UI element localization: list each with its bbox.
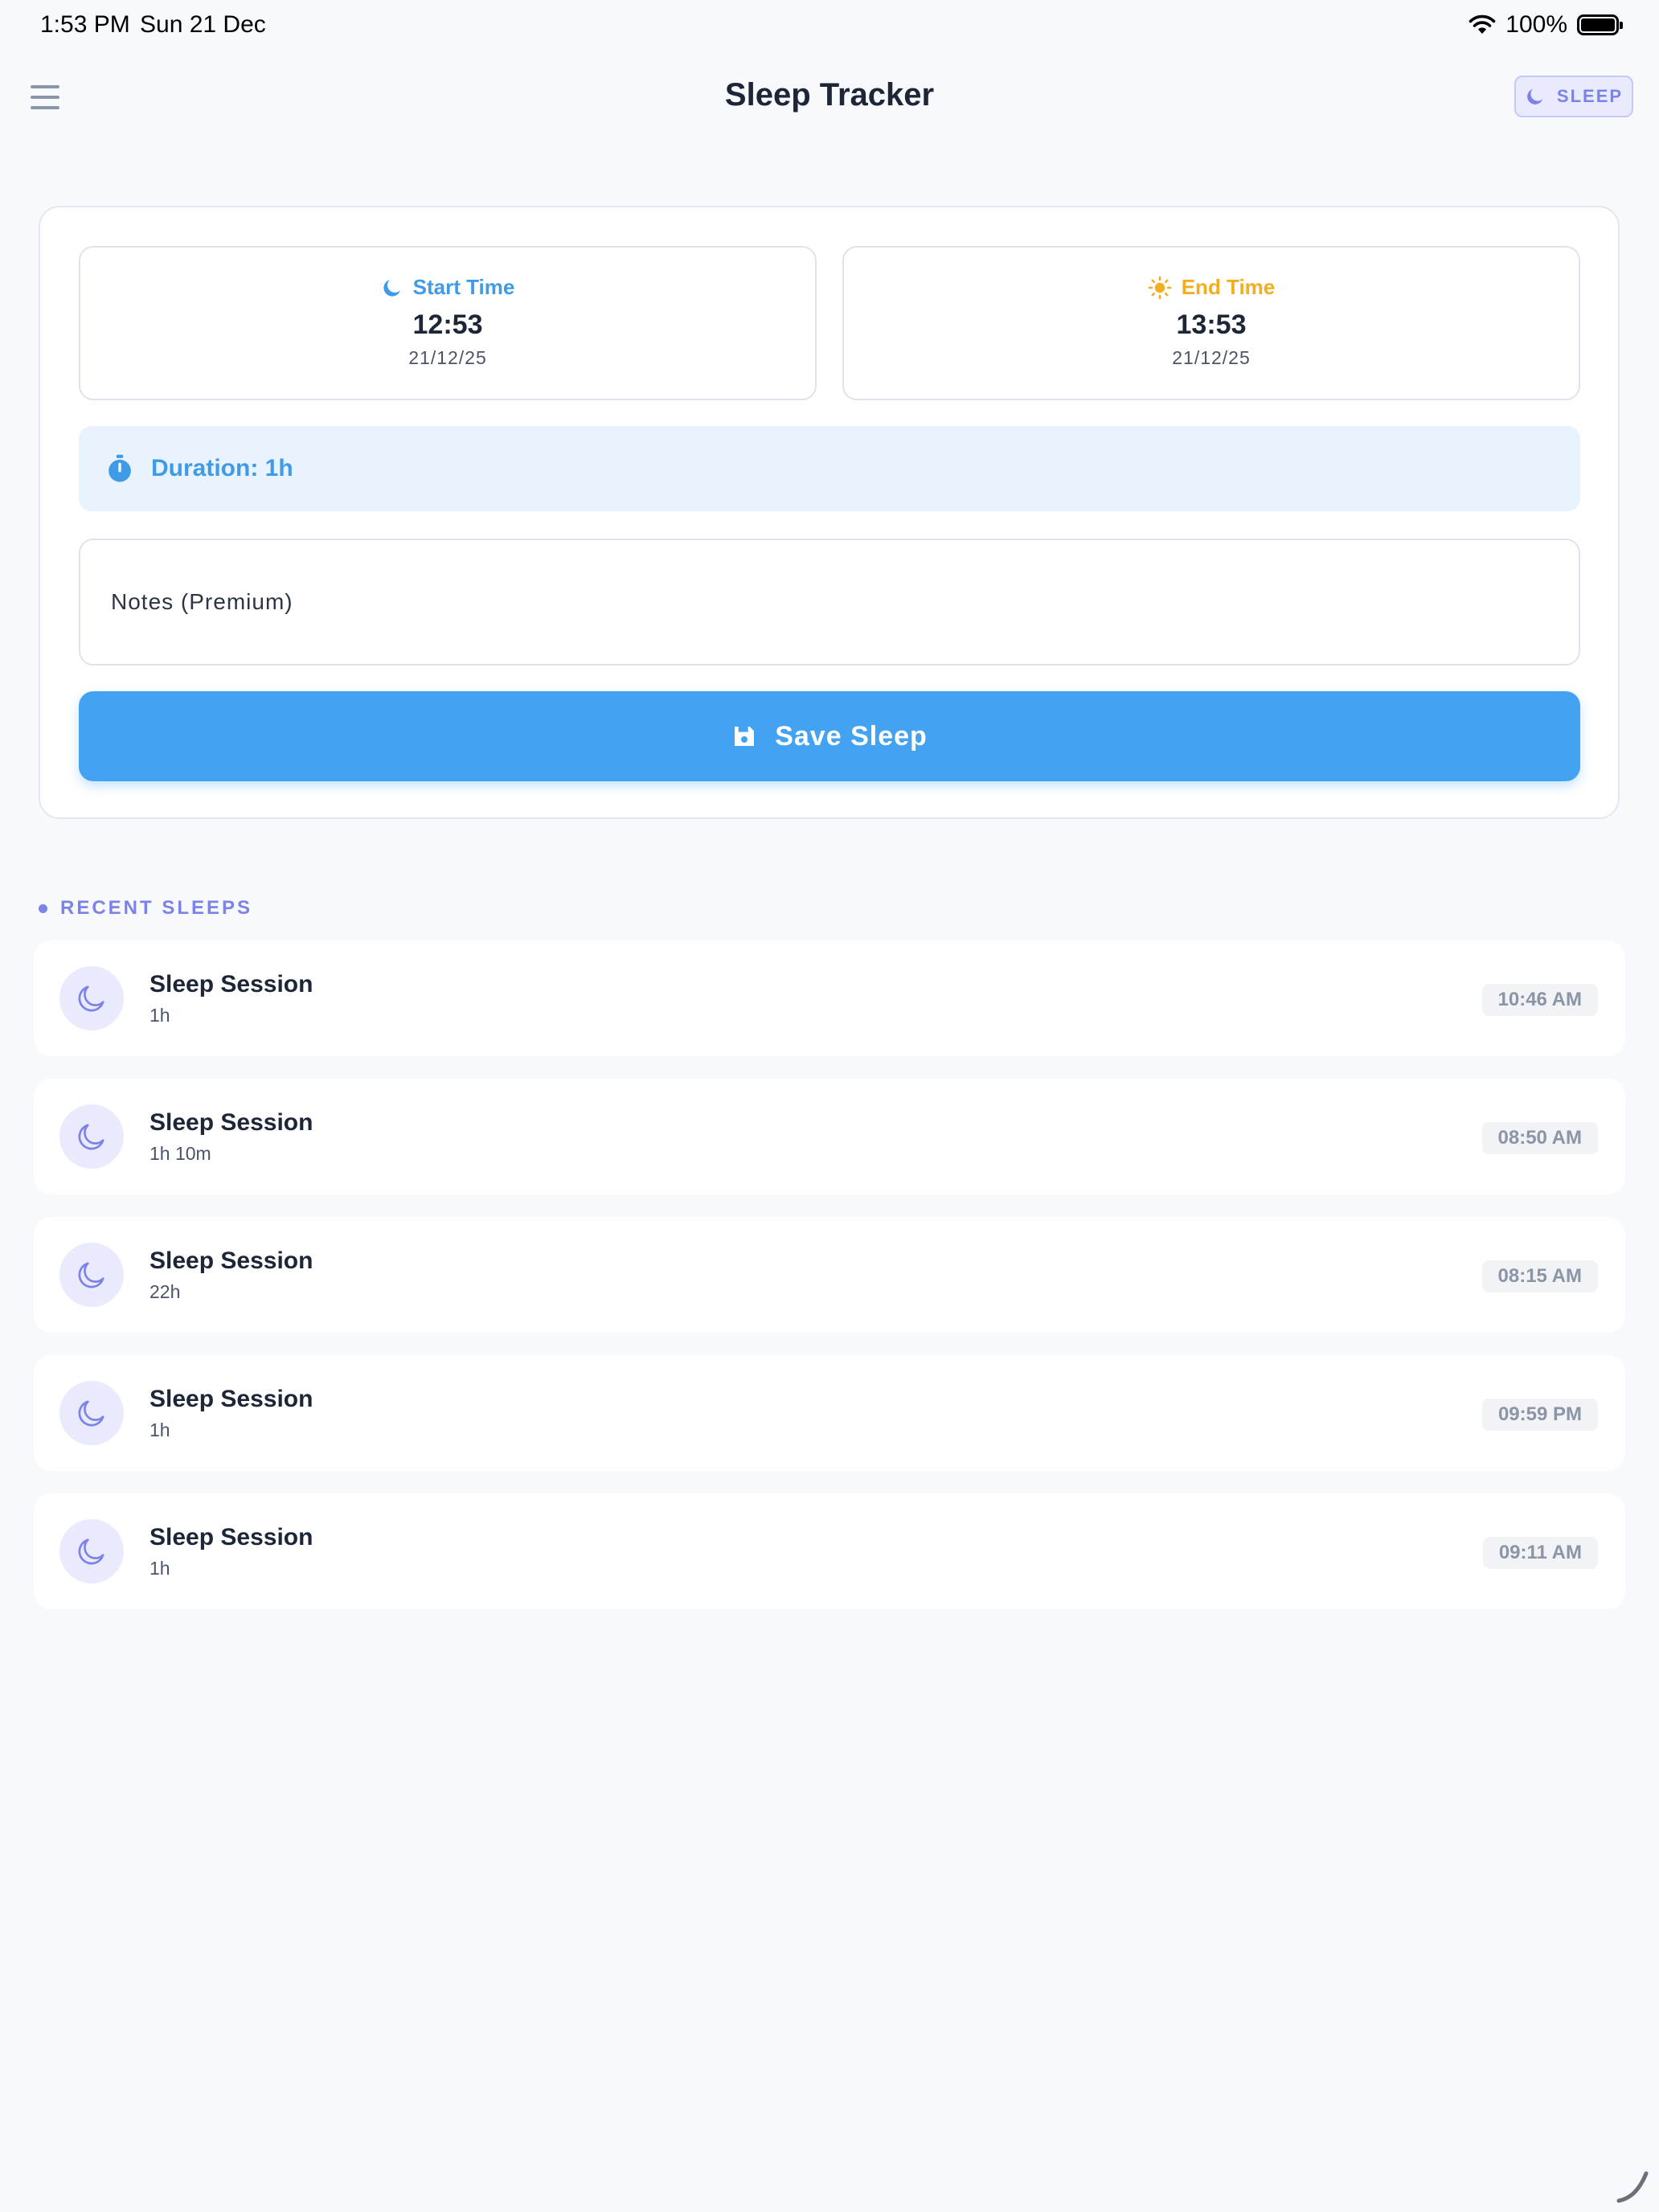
list-item[interactable]: Sleep Session 1h 10:46 AM (34, 940, 1625, 1056)
recent-sleeps-title: RECENT SLEEPS (60, 897, 253, 919)
battery-percentage: 100% (1505, 11, 1567, 38)
bullet-dot (39, 903, 47, 913)
session-title: Sleep Session (150, 971, 313, 997)
notes-placeholder: Notes (Premium) (111, 589, 293, 614)
moon-icon (59, 966, 124, 1030)
list-item[interactable]: Sleep Session 1h 10m 08:50 AM (34, 1079, 1625, 1194)
battery-icon (1577, 14, 1623, 35)
scroll-indicator-icon (1616, 2171, 1649, 2203)
sleep-chip-label: SLEEP (1556, 86, 1624, 106)
session-title: Sleep Session (150, 1524, 313, 1550)
session-time-badge: 08:15 AM (1481, 1260, 1598, 1292)
session-duration: 1h (150, 1419, 170, 1440)
session-time-badge: 08:50 AM (1481, 1122, 1598, 1154)
start-time-picker[interactable]: Start Time 12:53 21/12/25 (79, 246, 817, 400)
moon-icon (59, 1381, 124, 1445)
session-time-badge: 09:11 AM (1482, 1537, 1598, 1569)
notes-input[interactable]: Notes (Premium) (79, 539, 1580, 666)
moon-icon (383, 279, 400, 297)
moon-icon (1527, 88, 1543, 104)
start-date-value: 21/12/25 (408, 347, 487, 368)
moon-icon (59, 1243, 124, 1307)
status-date: Sun 21 Dec (140, 11, 266, 38)
session-title: Sleep Session (150, 1109, 313, 1136)
status-bar: 1:53 PM Sun 21 Dec 100% (0, 0, 1659, 51)
end-time-picker[interactable]: End Time 13:53 21/12/25 (842, 246, 1580, 400)
session-duration: 22h (150, 1281, 181, 1302)
app-header: Sleep Tracker SLEEP (0, 51, 1659, 140)
session-duration: 1h (150, 1005, 170, 1026)
end-time-label-row: End Time (1148, 275, 1276, 300)
status-indicators: 100% (1469, 11, 1623, 39)
duration-text: Duration: 1h (151, 455, 293, 481)
list-item[interactable]: Sleep Session 22h 08:15 AM (34, 1217, 1625, 1333)
session-title: Sleep Session (150, 1247, 313, 1274)
session-time-badge: 09:59 PM (1481, 1399, 1598, 1431)
start-time-value: 12:53 (412, 309, 483, 340)
start-time-label: Start Time (412, 275, 515, 299)
session-time-badge: 10:46 AM (1481, 984, 1598, 1016)
start-time-label-row: Start Time (381, 275, 515, 300)
save-button-label: Save Sleep (775, 720, 928, 752)
moon-icon (59, 1519, 124, 1583)
recent-sleeps-list: Sleep Session 1h 10:46 AM Sleep Session … (34, 940, 1625, 1632)
session-title: Sleep Session (150, 1386, 313, 1412)
list-item[interactable]: Sleep Session 1h 09:59 PM (34, 1355, 1625, 1471)
sun-icon (1148, 276, 1172, 299)
page-title: Sleep Tracker (724, 77, 935, 113)
status-time: 1:53 PM (40, 11, 130, 38)
sleep-mode-chip[interactable]: SLEEP (1514, 76, 1633, 117)
moon-icon (59, 1104, 124, 1169)
wifi-icon (1469, 14, 1496, 34)
end-time-value: 13:53 (1176, 309, 1247, 340)
list-item[interactable]: Sleep Session 1h 09:11 AM (34, 1493, 1625, 1609)
session-duration: 1h 10m (150, 1143, 211, 1164)
duration-display: Duration: 1h (79, 426, 1580, 511)
end-date-value: 21/12/25 (1172, 347, 1251, 368)
save-sleep-button[interactable]: Save Sleep (79, 691, 1580, 781)
floppy-disk-icon (735, 727, 755, 746)
end-time-label: End Time (1181, 275, 1276, 299)
stopwatch-icon (109, 454, 131, 482)
session-duration: 1h (150, 1558, 170, 1579)
sleep-entry-card: Start Time 12:53 21/12/25 End Time 13:53… (39, 206, 1620, 819)
recent-sleeps-header: RECENT SLEEPS (39, 897, 252, 920)
